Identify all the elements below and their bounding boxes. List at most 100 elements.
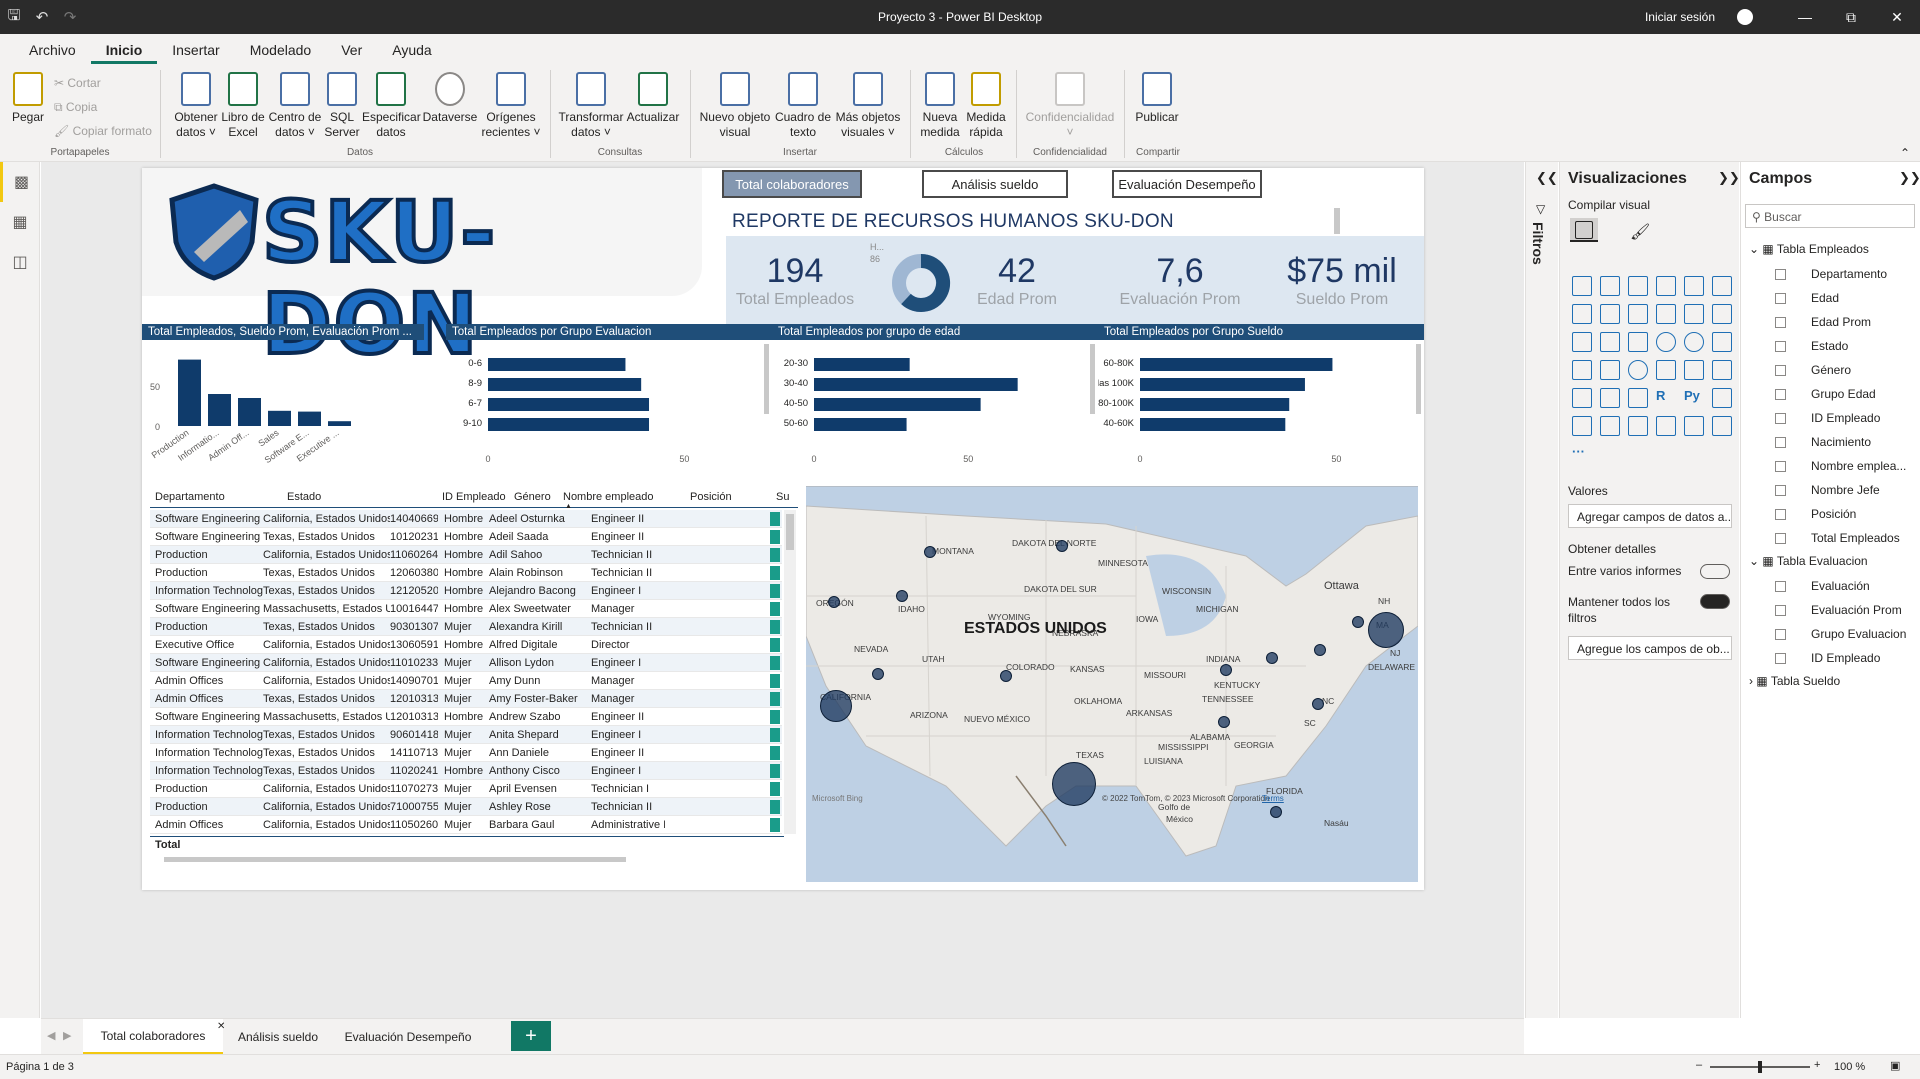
bubble-map[interactable]: MONTANADAKOTA DEL NORTEMINNESOTAOREGÓNID… xyxy=(806,486,1418,882)
column-bar[interactable] xyxy=(298,411,321,426)
edad-bar-chart[interactable]: 20-30 30-40 40-50 50-60 0 50 xyxy=(772,342,1098,468)
area-icon[interactable] xyxy=(1600,304,1620,324)
table-row[interactable]: Information Technology Texas, Estados Uni… xyxy=(150,726,782,744)
smart-narrative-icon[interactable] xyxy=(1628,416,1648,436)
map-bubble[interactable] xyxy=(1352,616,1364,628)
refresh-button[interactable]: Actualizar xyxy=(624,72,682,125)
table-row[interactable]: Admin Offices California, Estados Unidos 1… xyxy=(150,816,782,834)
quick-measure-button[interactable]: Medida rápida xyxy=(964,72,1008,140)
tab-archivo[interactable]: Archivo xyxy=(14,34,91,64)
table-horizontal-scrollbar[interactable] xyxy=(150,854,784,864)
keep-filters-toggle[interactable] xyxy=(1700,594,1730,609)
table-row[interactable]: Production California, Estados Unidos 7100… xyxy=(150,798,782,816)
col-estado[interactable]: Estado xyxy=(287,491,321,503)
new-visual-button[interactable]: Nuevo objeto visual xyxy=(698,72,772,140)
undo-icon[interactable]: ↶ xyxy=(28,0,56,34)
map-bubble[interactable] xyxy=(1220,664,1232,676)
field-checkbox[interactable] xyxy=(1775,533,1786,544)
field-table[interactable]: › ▦ Tabla Sueldo xyxy=(1749,674,1840,694)
bar[interactable] xyxy=(1140,378,1305,391)
python-visual-icon[interactable]: Py xyxy=(1684,388,1704,408)
tab-insertar[interactable]: Insertar xyxy=(157,34,234,64)
map-terms-link[interactable]: Terms xyxy=(1262,794,1284,803)
map-bubble[interactable] xyxy=(1218,716,1230,728)
cut-button[interactable]: ✂ Cortar xyxy=(54,76,101,90)
table-vertical-scrollbar[interactable] xyxy=(784,510,796,834)
field-checkbox[interactable] xyxy=(1775,485,1786,496)
100-bar-icon[interactable] xyxy=(1684,276,1704,296)
report-view-icon[interactable]: ▩ xyxy=(0,162,40,202)
matrix-icon[interactable] xyxy=(1628,388,1648,408)
gender-donut-chart[interactable] xyxy=(890,252,952,314)
table-icon[interactable] xyxy=(1600,388,1620,408)
kpi-icon[interactable] xyxy=(1712,360,1732,380)
card-icon[interactable] xyxy=(1656,360,1676,380)
field-checkbox[interactable] xyxy=(1775,509,1786,520)
table-row[interactable]: Software Engineering Texas, Estados Unido… xyxy=(150,528,782,546)
table-row[interactable]: Admin Offices Texas, Estados Unidos 120103… xyxy=(150,690,782,708)
treemap-icon[interactable] xyxy=(1712,332,1732,352)
zoom-out-icon[interactable]: – xyxy=(1696,1059,1702,1071)
more-icon[interactable]: ··· xyxy=(1572,444,1592,464)
new-measure-button[interactable]: Nueva medida xyxy=(918,72,962,140)
sign-in-link[interactable]: Iniciar sesión xyxy=(1645,10,1715,24)
bar[interactable] xyxy=(1140,358,1333,371)
bar[interactable] xyxy=(488,398,650,411)
drillthrough-drop-zone[interactable]: Agregue los campos de ob... xyxy=(1568,636,1732,660)
funnel-icon[interactable] xyxy=(1600,332,1620,352)
map-icon[interactable] xyxy=(1572,360,1592,380)
table-row[interactable]: Production California, Estados Unidos 1106… xyxy=(150,546,782,564)
dept-column-chart[interactable]: ProductionInformatio...Admin Off... Sales… xyxy=(142,342,424,468)
sensitivity-button[interactable]: Confidencialidad ˅ xyxy=(1024,72,1116,140)
save-icon[interactable]: 🖫 xyxy=(0,0,28,34)
column-bar[interactable] xyxy=(328,421,351,426)
prev-page-icon[interactable]: ◀ xyxy=(47,1029,55,1042)
field-checkbox[interactable] xyxy=(1775,389,1786,400)
map-bubble[interactable] xyxy=(820,690,852,722)
field-checkbox[interactable] xyxy=(1775,437,1786,448)
chart-scrollbar[interactable] xyxy=(1090,344,1095,414)
map-bubble[interactable] xyxy=(1312,698,1324,710)
table-row[interactable]: Production California, Estados Unidos 1107… xyxy=(150,780,782,798)
stacked-column-icon[interactable] xyxy=(1600,276,1620,296)
filters-pane-collapsed[interactable]: ❮❮ ▽ Filtros xyxy=(1525,162,1558,1018)
dataverse-button[interactable]: Dataverse xyxy=(422,72,478,125)
table-row[interactable]: Software Engineering Massachusetts, Estad… xyxy=(150,600,782,618)
map-bubble[interactable] xyxy=(924,546,936,558)
map-bubble[interactable] xyxy=(1270,806,1282,818)
bar[interactable] xyxy=(814,378,1018,391)
map-bubble[interactable] xyxy=(1056,540,1068,552)
column-bar[interactable] xyxy=(178,359,201,426)
table-row[interactable]: Information Technology Texas, Estados Uni… xyxy=(150,744,782,762)
line-icon[interactable] xyxy=(1572,304,1592,324)
nav-evaluacion-desempeno[interactable]: Evaluación Desempeño xyxy=(1112,170,1262,198)
col-nombre-empleado[interactable]: Nombre empleado xyxy=(563,491,654,503)
chart-scrollbar[interactable] xyxy=(764,344,769,414)
tab-modelado[interactable]: Modelado xyxy=(235,34,327,64)
field-checkbox[interactable] xyxy=(1775,341,1786,352)
key-influencers-icon[interactable] xyxy=(1712,388,1732,408)
text-box-button[interactable]: Cuadro de texto xyxy=(774,72,832,140)
collapse-viz-icon[interactable]: ❯❯ xyxy=(1718,170,1740,186)
collapse-ribbon-icon[interactable]: ⌃ xyxy=(1900,146,1910,160)
tab-ayuda[interactable]: Ayuda xyxy=(377,34,446,64)
restore-icon[interactable]: ⧉ xyxy=(1828,0,1874,34)
chevron-icon[interactable]: ⌄ xyxy=(1749,242,1762,256)
pie-icon[interactable] xyxy=(1656,332,1676,352)
recent-sources-button[interactable]: Orígenes recientes ˅ xyxy=(480,72,542,140)
chevron-icon[interactable]: ⌄ xyxy=(1749,554,1762,568)
col-departamento[interactable]: Departamento xyxy=(155,491,225,503)
format-painter-button[interactable]: 🖌 Copiar formato xyxy=(54,124,152,138)
page-tab-total-colaboradores[interactable]: Total colaboradores xyxy=(83,1019,223,1055)
column-bar[interactable] xyxy=(238,398,261,426)
field-checkbox[interactable] xyxy=(1775,653,1786,664)
page-tab-analisis-sueldo[interactable]: Análisis sueldo xyxy=(223,1019,333,1055)
fit-page-icon[interactable]: ▣ xyxy=(1890,1059,1900,1072)
table-row[interactable]: Software Engineering California, Estados … xyxy=(150,654,782,672)
table-row[interactable]: Executive Office California, Estados Unid… xyxy=(150,636,782,654)
collapse-fields-icon[interactable]: ❯❯ xyxy=(1899,170,1920,186)
power-automate-icon[interactable] xyxy=(1712,416,1732,436)
minimize-icon[interactable]: — xyxy=(1782,0,1828,34)
r-visual-icon[interactable]: R xyxy=(1656,388,1676,408)
model-view-icon[interactable]: ◫ xyxy=(0,242,40,282)
